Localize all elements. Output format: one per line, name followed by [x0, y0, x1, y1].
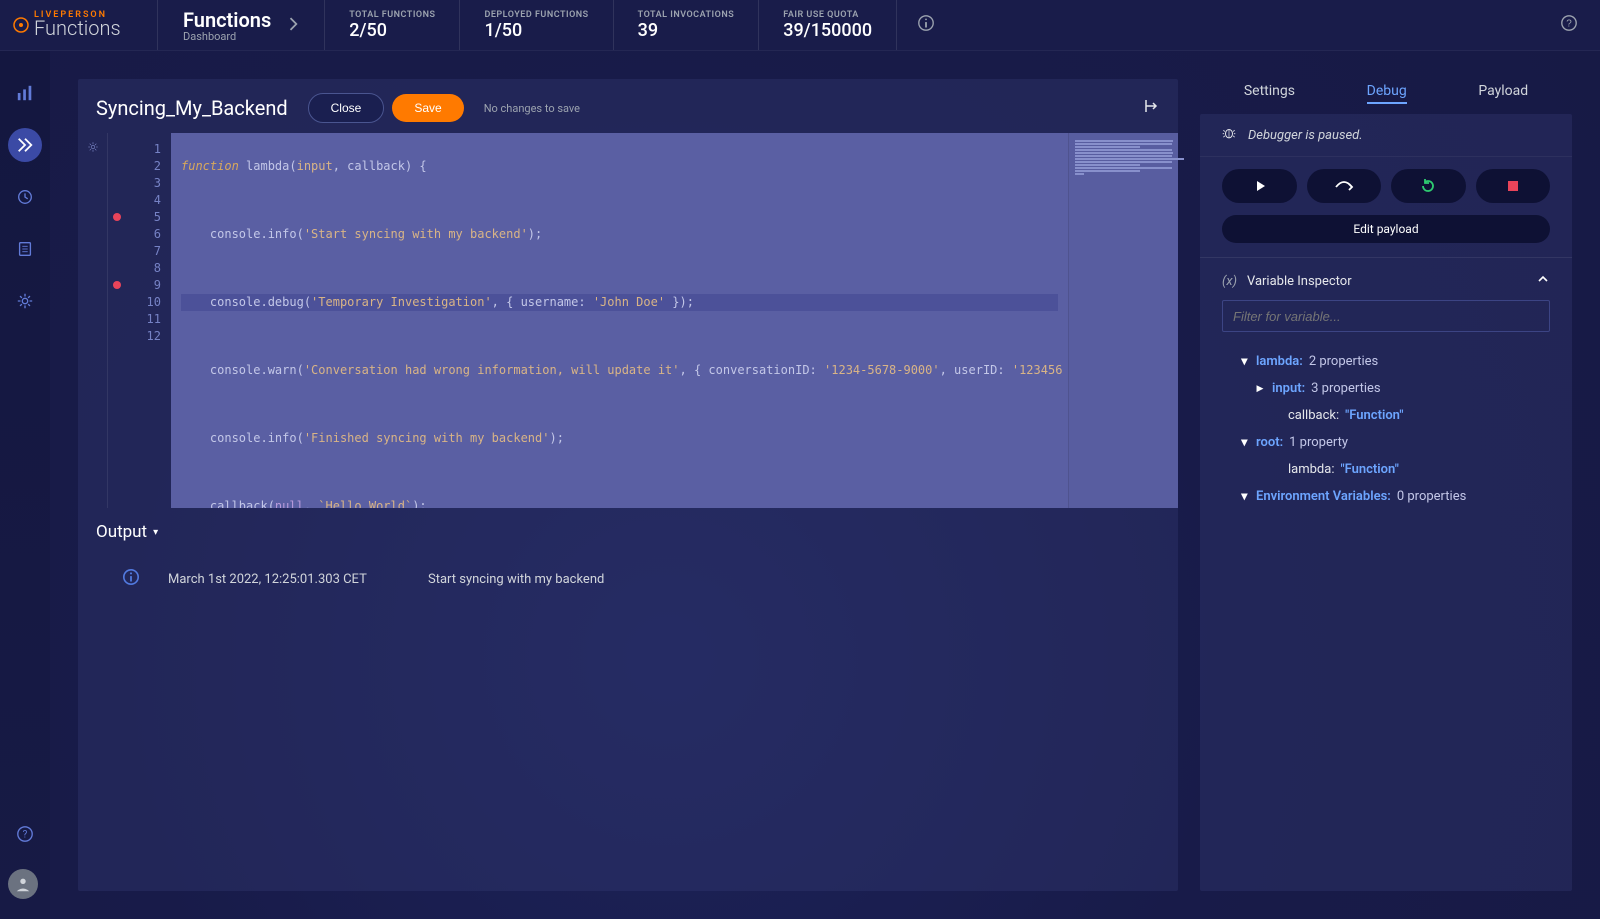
sidenav: ?: [0, 51, 50, 919]
tab-debug[interactable]: Debug: [1367, 83, 1407, 104]
tab-payload[interactable]: Payload: [1478, 83, 1528, 104]
nav-logs[interactable]: [8, 232, 42, 266]
svg-text:?: ?: [23, 830, 28, 841]
code-body[interactable]: function lambda(input, callback) { conso…: [171, 133, 1068, 508]
gear-icon[interactable]: [78, 141, 107, 156]
tab-settings[interactable]: Settings: [1244, 83, 1295, 104]
debugger-status: Debugger is paused.: [1248, 128, 1363, 143]
output-timestamp: March 1st 2022, 12:25:01.303 CET: [168, 572, 428, 587]
variable-inspector-icon: (x): [1222, 274, 1237, 289]
svg-text:?: ?: [1566, 19, 1572, 30]
stat-total-invocations: TOTAL INVOCATIONS 39: [614, 0, 760, 50]
output-body: March 1st 2022, 12:25:01.303 CET Start s…: [78, 550, 1178, 891]
restart-button[interactable]: [1391, 169, 1466, 203]
editor-panel: Syncing_My_Backend Close Save No changes…: [78, 79, 1178, 891]
variable-filter-input[interactable]: [1222, 300, 1550, 332]
help-icon[interactable]: ?: [1560, 14, 1578, 36]
nav-functions[interactable]: [8, 128, 42, 162]
step-over-button[interactable]: [1307, 169, 1382, 203]
nav-help[interactable]: ?: [8, 817, 42, 851]
save-status: No changes to save: [484, 102, 580, 115]
info-icon: [122, 568, 140, 590]
main: Syncing_My_Backend Close Save No changes…: [50, 51, 1600, 919]
output-header[interactable]: Output ▾: [78, 508, 1178, 550]
code-editor[interactable]: 123456789101112 function lambda(input, c…: [78, 133, 1178, 508]
chevron-down-icon: ▾: [153, 527, 158, 538]
stat-total-functions: TOTAL FUNCTIONS 2/50: [325, 0, 460, 50]
bug-icon: [1222, 126, 1236, 144]
resume-button[interactable]: [1222, 169, 1297, 203]
nav-schedules[interactable]: [8, 180, 42, 214]
info-icon[interactable]: [917, 14, 935, 36]
variable-inspector-title: Variable Inspector: [1247, 274, 1352, 289]
output-message: Start syncing with my backend: [428, 572, 1134, 587]
save-button[interactable]: Save: [392, 94, 463, 122]
edit-payload-button[interactable]: Edit payload: [1222, 215, 1550, 243]
logo: LIVEPERSON Functions: [12, 10, 157, 40]
variable-tree[interactable]: ▶lambda:2 properties ▶input:3 properties…: [1200, 344, 1572, 510]
stat-deployed-functions: DEPLOYED FUNCTIONS 1/50: [460, 0, 613, 50]
line-numbers: 123456789101112: [126, 133, 171, 508]
expand-icon[interactable]: [1144, 98, 1160, 118]
topbar: LIVEPERSON Functions Functions Dashboard…: [0, 0, 1600, 51]
stop-button[interactable]: [1476, 169, 1551, 203]
avatar[interactable]: [8, 869, 38, 899]
debug-panel: Settings Debug Payload Debugger is pause…: [1200, 79, 1572, 891]
breakpoint[interactable]: [113, 281, 121, 289]
close-button[interactable]: Close: [308, 93, 385, 123]
function-name: Syncing_My_Backend: [96, 96, 288, 120]
stat-fair-use-quota: FAIR USE QUOTA 39/150000: [759, 0, 897, 50]
breakpoint[interactable]: [113, 213, 121, 221]
nav-settings[interactable]: [8, 284, 42, 318]
breadcrumb[interactable]: Functions Dashboard: [157, 0, 325, 50]
chevron-right-icon: [289, 16, 299, 35]
nav-dashboard[interactable]: [8, 76, 42, 110]
minimap[interactable]: [1068, 133, 1178, 508]
chevron-up-icon[interactable]: [1536, 272, 1550, 290]
